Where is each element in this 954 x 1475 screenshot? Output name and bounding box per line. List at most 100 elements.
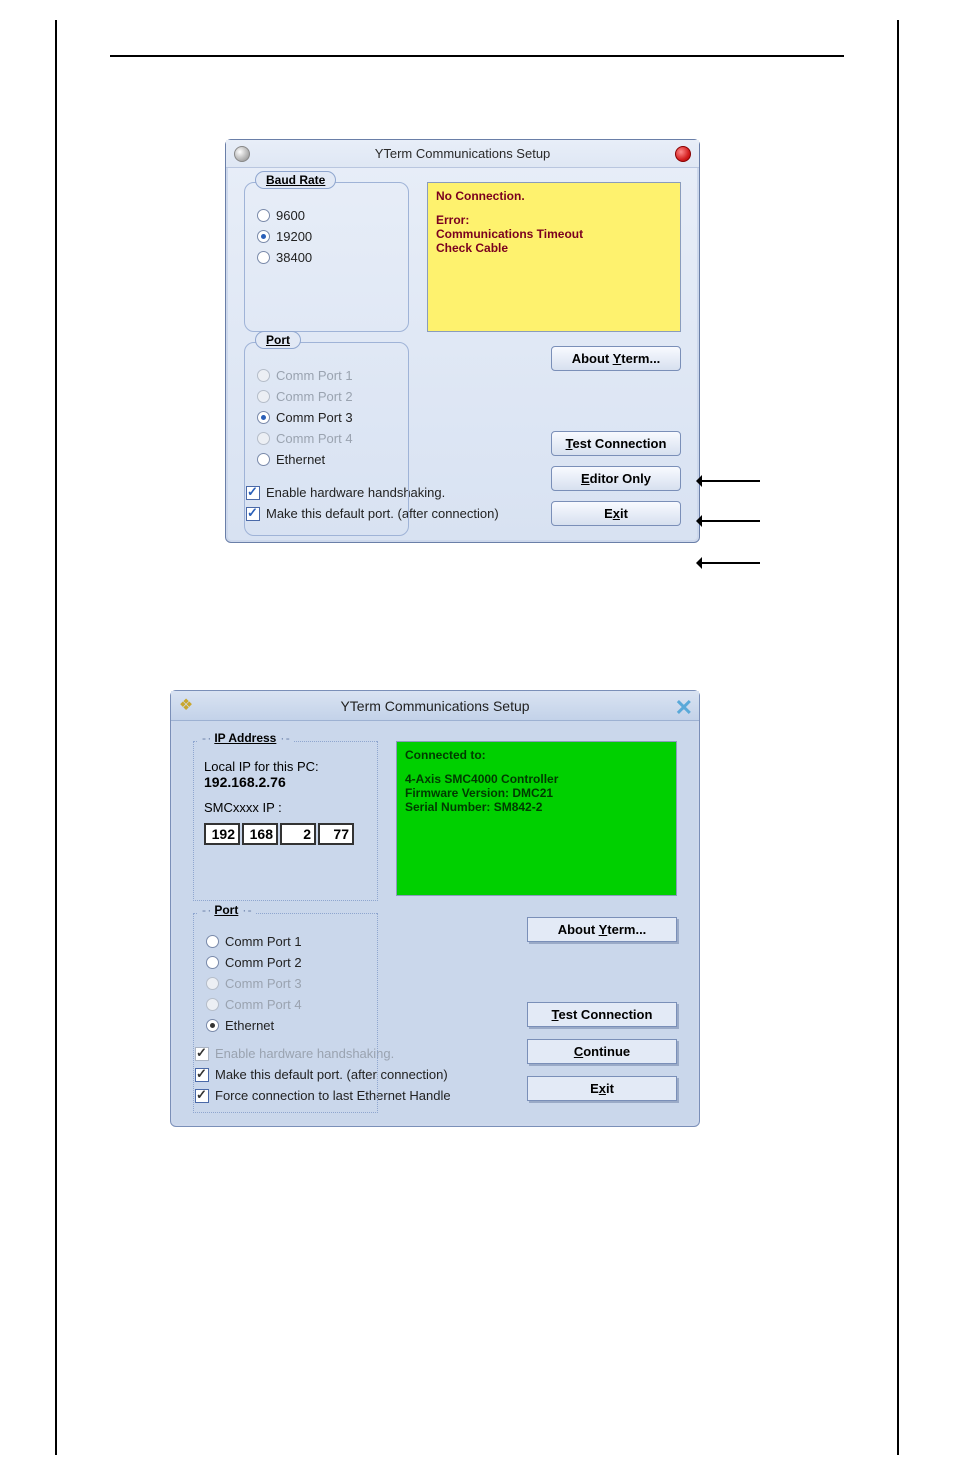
- ip-octet-2[interactable]: 168: [242, 823, 278, 845]
- test-connection-button[interactable]: Test Connection: [551, 431, 681, 456]
- radio-icon: [257, 390, 270, 403]
- port-group: Port Comm Port 1 Comm Port 2 Comm Port 3…: [244, 342, 409, 536]
- radio-label: Ethernet: [225, 1018, 274, 1033]
- checkbox-icon: [246, 507, 260, 521]
- btn-accel: x: [599, 1081, 606, 1096]
- continue-button[interactable]: Continue: [527, 1039, 677, 1064]
- radio-comm1: Comm Port 1: [255, 365, 398, 386]
- comm-setup-dialog-2: ❖ YTerm Communications Setup ✕ - · IP Ad…: [170, 690, 700, 1127]
- legend-decor: - ·: [202, 903, 210, 917]
- radio-comm2[interactable]: Comm Port 2: [204, 952, 367, 973]
- radio-label: 19200: [276, 229, 312, 244]
- status-pane: Connected to: 4-Axis SMC4000 Controller …: [396, 741, 677, 896]
- port-legend: Port: [210, 903, 242, 917]
- btn-accel: Y: [599, 922, 608, 937]
- radio-comm4: Comm Port 4: [204, 994, 367, 1015]
- annotation-arrow: [700, 562, 760, 564]
- btn-text: ditor Only: [590, 471, 651, 486]
- radio-label: Comm Port 3: [225, 976, 302, 991]
- port-legend: Port: [255, 331, 301, 349]
- checkbox-icon: [195, 1089, 209, 1103]
- test-connection-button[interactable]: Test Connection: [527, 1002, 677, 1027]
- checkbox-icon: [195, 1068, 209, 1082]
- btn-accel: T: [566, 436, 573, 451]
- ip-address-group: - · IP Address · - Local IP for this PC:…: [193, 741, 378, 901]
- btn-text: term...: [607, 922, 646, 937]
- radio-label: Comm Port 2: [276, 389, 353, 404]
- about-button[interactable]: About Yterm...: [551, 346, 681, 371]
- window-title: YTerm Communications Setup: [340, 698, 529, 714]
- btn-text: ontinue: [583, 1044, 630, 1059]
- ip-legend: IP Address: [210, 731, 280, 745]
- radio-38400[interactable]: 38400: [255, 247, 398, 268]
- status-line: No Connection.: [436, 189, 672, 203]
- radio-icon: [206, 977, 219, 990]
- status-line: Communications Timeout: [436, 227, 672, 241]
- checkbox-icon: [195, 1047, 209, 1061]
- baud-rate-group: Baud Rate 9600 19200 38400: [244, 182, 409, 332]
- status-line: Check Cable: [436, 241, 672, 255]
- window-title: YTerm Communications Setup: [375, 146, 551, 161]
- radio-label: 38400: [276, 250, 312, 265]
- port-group: - · Port · - Comm Port 1 Comm Port 2 Com…: [193, 913, 378, 1113]
- radio-icon: [257, 369, 270, 382]
- radio-icon: [206, 1019, 219, 1032]
- status-line: 4-Axis SMC4000 Controller: [405, 772, 668, 786]
- btn-accel: C: [574, 1044, 583, 1059]
- legend-decor: · -: [280, 731, 288, 745]
- btn-text: it: [606, 1081, 614, 1096]
- btn-accel: x: [613, 506, 620, 521]
- radio-icon: [257, 411, 270, 424]
- legend-decor: · -: [242, 903, 250, 917]
- editor-only-button[interactable]: Editor Only: [551, 466, 681, 491]
- radio-comm2: Comm Port 2: [255, 386, 398, 407]
- status-line: Error:: [436, 213, 672, 227]
- radio-label: Comm Port 4: [225, 997, 302, 1012]
- radio-ethernet[interactable]: Ethernet: [255, 449, 398, 470]
- ip-octet-3[interactable]: 2: [280, 823, 316, 845]
- window-minimize-icon[interactable]: [234, 146, 250, 162]
- window-close-icon[interactable]: [675, 146, 691, 162]
- btn-accel: T: [552, 1007, 559, 1022]
- radio-comm3: Comm Port 3: [204, 973, 367, 994]
- radio-9600[interactable]: 9600: [255, 205, 398, 226]
- btn-text: E: [590, 1081, 599, 1096]
- app-icon: ❖: [177, 697, 195, 715]
- radio-label: Comm Port 3: [276, 410, 353, 425]
- window-close-icon[interactable]: ✕: [675, 693, 693, 723]
- local-ip-label: Local IP for this PC:: [204, 759, 367, 774]
- exit-button[interactable]: Exit: [527, 1076, 677, 1101]
- exit-button[interactable]: Exit: [551, 501, 681, 526]
- comm-setup-dialog-1: YTerm Communications Setup Baud Rate 960…: [225, 139, 700, 543]
- radio-label: Ethernet: [276, 452, 325, 467]
- ip-octet-1[interactable]: 192: [204, 823, 240, 845]
- smc-ip-label: SMCxxxx IP :: [204, 800, 367, 815]
- radio-comm3[interactable]: Comm Port 3: [255, 407, 398, 428]
- radio-icon: [257, 432, 270, 445]
- checkbox-icon: [246, 486, 260, 500]
- legend-decor: - ·: [202, 731, 210, 745]
- annotation-arrow: [700, 480, 760, 482]
- btn-accel: Y: [613, 351, 622, 366]
- ip-input-row: 192 168 2 77: [204, 823, 367, 845]
- baud-rate-legend: Baud Rate: [255, 171, 336, 189]
- local-ip-value: 192.168.2.76: [204, 774, 367, 790]
- radio-icon: [206, 956, 219, 969]
- radio-19200[interactable]: 19200: [255, 226, 398, 247]
- ip-octet-4[interactable]: 77: [318, 823, 354, 845]
- radio-icon: [257, 251, 270, 264]
- radio-label: Comm Port 4: [276, 431, 353, 446]
- btn-text: About: [572, 351, 613, 366]
- radio-comm1[interactable]: Comm Port 1: [204, 931, 367, 952]
- radio-label: Comm Port 1: [225, 934, 302, 949]
- about-button[interactable]: About Yterm...: [527, 917, 677, 942]
- radio-ethernet[interactable]: Ethernet: [204, 1015, 367, 1036]
- titlebar: ❖ YTerm Communications Setup ✕: [171, 691, 699, 721]
- radio-icon: [257, 230, 270, 243]
- status-line: Connected to:: [405, 748, 668, 762]
- titlebar: YTerm Communications Setup: [226, 140, 699, 168]
- btn-text: About: [558, 922, 599, 937]
- radio-icon: [206, 935, 219, 948]
- btn-text: it: [620, 506, 628, 521]
- radio-comm4: Comm Port 4: [255, 428, 398, 449]
